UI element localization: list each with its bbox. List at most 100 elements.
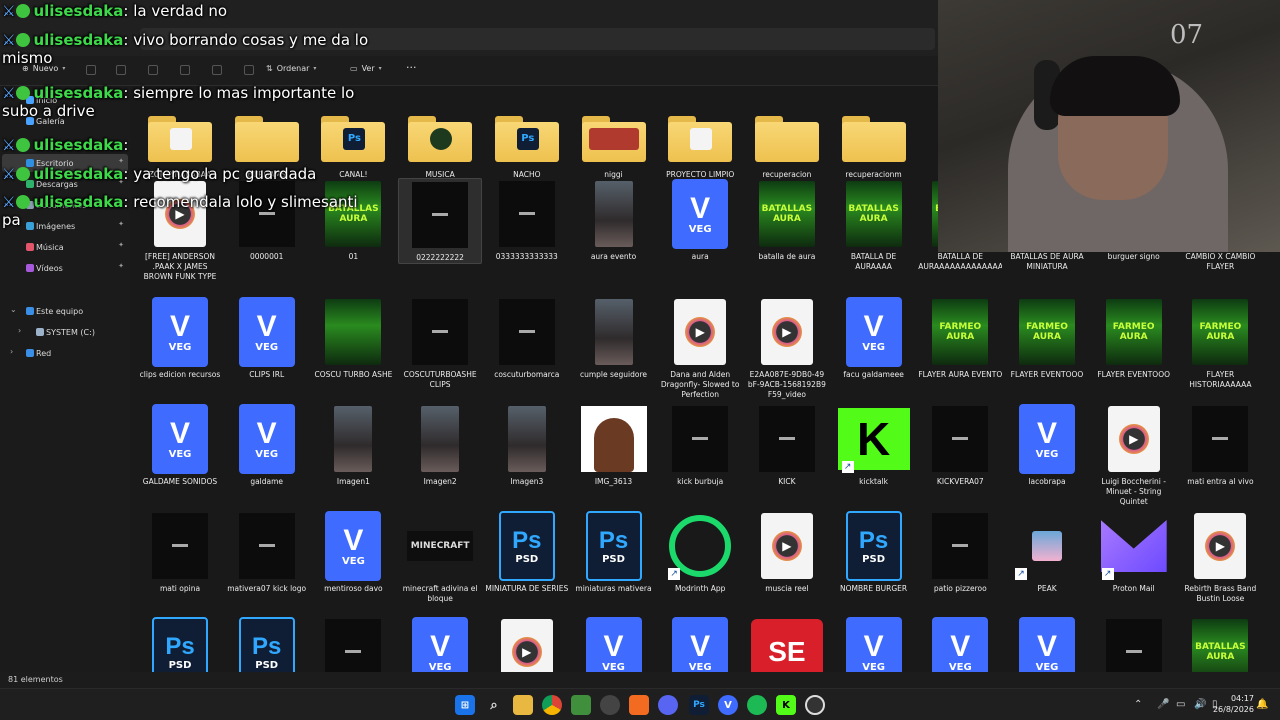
file-item[interactable]: Ps PSD <box>138 616 222 672</box>
file-item[interactable]: patio pizzeroo <box>918 510 1002 594</box>
item-thumbnail <box>924 510 996 582</box>
file-item[interactable]: Imagen2 <box>398 403 482 487</box>
search-icon[interactable]: ⌕ <box>484 695 504 715</box>
file-item[interactable]: Imagen3 <box>485 403 569 487</box>
file-item[interactable]: FARMEO AURA FLAYER EVENTOOO <box>1092 296 1176 380</box>
sidebar-item-system-drive[interactable]: › SYSTEM (C:) <box>2 323 128 341</box>
microphone-icon[interactable]: 🎤 <box>1157 699 1169 710</box>
chrome-icon[interactable] <box>542 695 562 715</box>
file-item[interactable]: FARMEO AURA FLAYER AURA EVENTO <box>918 296 1002 380</box>
file-item[interactable]: KICK <box>745 403 829 487</box>
sidebar-item-este-equipo[interactable]: ⌄ Este equipo <box>2 302 128 320</box>
file-item[interactable]: KICKVERA07 <box>918 403 1002 487</box>
file-item[interactable]: V VEG CLIPS IRL <box>225 296 309 380</box>
file-item[interactable]: MINECRAFT minecraft adivina el bloque <box>398 510 482 604</box>
file-item[interactable]: ▶ Rebirth Brass Band Bustin Loose <box>1178 510 1262 604</box>
file-item[interactable] <box>311 616 395 672</box>
item-thumbnail: ↗ <box>1011 510 1083 582</box>
folder-item[interactable]: Ps NACHO <box>485 96 569 180</box>
file-item[interactable]: Ps PSD MINIATURA DE SERIES <box>485 510 569 594</box>
sidebar-item-red[interactable]: › Red <box>2 344 128 362</box>
file-item[interactable]: V VEG GALDAME SONIDOS <box>138 403 222 487</box>
discord-icon[interactable] <box>658 695 678 715</box>
file-explorer-icon[interactable] <box>513 695 533 715</box>
minecraft-icon[interactable] <box>571 695 591 715</box>
vegas-icon[interactable]: V <box>718 695 738 715</box>
folder-item[interactable]: MUSICA <box>398 96 482 180</box>
file-item[interactable]: V VEG <box>572 616 656 672</box>
sidebar-item-musica[interactable]: Música ✦ <box>2 238 128 256</box>
folder-item[interactable]: PROYECTO LIMPIO <box>658 96 742 180</box>
folder-item[interactable]: niggi <box>572 96 656 180</box>
file-item[interactable]: V VEG clips edicion recursos <box>138 296 222 380</box>
network-icon[interactable]: ▭ <box>1176 699 1185 710</box>
file-item[interactable]: ▶ Luigi Boccherini - Minuet - String Quin… <box>1092 403 1176 507</box>
file-item[interactable]: V VEG <box>832 616 916 672</box>
file-item[interactable]: kick burbuja <box>658 403 742 487</box>
item-count: 81 elementos <box>8 675 63 684</box>
file-item[interactable]: K ↗ kicktalk <box>832 403 916 487</box>
file-item[interactable]: mati entra al vivo <box>1178 403 1262 487</box>
file-item[interactable]: V VEG facu galdameee <box>832 296 916 380</box>
photoshop-icon[interactable]: Ps <box>689 695 709 715</box>
file-item[interactable]: SE <box>745 616 829 672</box>
file-item[interactable]: BATALLAS AURA <box>1178 616 1262 672</box>
file-item[interactable]: V VEG <box>1005 616 1089 672</box>
file-item[interactable]: BATALLAS AURA batalla de aura <box>745 178 829 262</box>
file-item[interactable]: ▶ <box>485 616 569 672</box>
file-item[interactable]: mativera07 kick logo <box>225 510 309 594</box>
file-item[interactable]: V VEG <box>918 616 1002 672</box>
start-icon[interactable]: ⊞ <box>455 695 475 715</box>
file-item[interactable]: Ps PSD NOMBRE BURGER <box>832 510 916 594</box>
chevron-right-icon[interactable]: › <box>18 326 21 335</box>
file-item[interactable]: FARMEO AURA FLAYER HISTORIAAAAAA <box>1178 296 1262 390</box>
file-item[interactable] <box>1092 616 1176 672</box>
file-item[interactable]: ↗ Proton Mail <box>1092 510 1176 594</box>
clock[interactable]: 04:17 26/8/2026 <box>1213 693 1254 715</box>
brave-icon[interactable] <box>629 695 649 715</box>
chevron-up-icon[interactable]: ⌃ <box>1134 699 1142 710</box>
file-item[interactable]: Imagen1 <box>311 403 395 487</box>
file-item[interactable]: COSCU TURBO ASHE <box>311 296 395 380</box>
file-item[interactable]: coscuturbomarca <box>485 296 569 380</box>
pin-icon[interactable]: ✦ <box>118 262 124 270</box>
pin-icon[interactable]: ✦ <box>118 241 124 249</box>
file-item[interactable]: ▶ Dana and Alden Dragonfly- Slowed to Per… <box>658 296 742 400</box>
file-item[interactable]: V VEG lacobrapa <box>1005 403 1089 487</box>
file-item[interactable]: mati opina <box>138 510 222 594</box>
volume-icon[interactable]: 🔊 <box>1194 699 1206 710</box>
folder-item[interactable]: recuperacion <box>745 96 829 180</box>
file-item[interactable]: 0333333333333 <box>485 178 569 262</box>
file-item[interactable]: V VEG <box>658 616 742 672</box>
file-item[interactable]: cumple seguidore <box>572 296 656 380</box>
file-item[interactable]: COSCUTURBOASHE CLIPS <box>398 296 482 390</box>
file-item[interactable]: V VEG galdame <box>225 403 309 487</box>
notification-bell-icon[interactable]: 🔔 <box>1256 699 1268 710</box>
file-item[interactable]: aura evento <box>572 178 656 262</box>
file-item[interactable]: V VEG aura <box>658 178 742 262</box>
more-options-button[interactable]: ··· <box>406 61 417 74</box>
file-item[interactable]: BATALLAS AURA BATALLA DE AURAAAA <box>832 178 916 272</box>
pin-icon[interactable]: ✦ <box>118 157 124 165</box>
chevron-down-icon[interactable]: ⌄ <box>10 305 17 314</box>
spotify-icon[interactable] <box>747 695 767 715</box>
file-item[interactable]: V VEG <box>398 616 482 672</box>
image-thumbnail <box>498 299 555 365</box>
sidebar-item-videos[interactable]: Vídeos ✦ <box>2 259 128 277</box>
file-item[interactable]: 0222222222 <box>398 178 483 264</box>
file-item[interactable]: ↗ Modrinth App <box>658 510 742 594</box>
file-item[interactable]: ↗ PEAK <box>1005 510 1089 594</box>
file-item[interactable]: ▶ muscia reel <box>745 510 829 594</box>
item-name: cumple seguidore <box>579 370 648 379</box>
file-item[interactable]: ▶ E2AA087E-9DB0-49 bF-9ACB-1568192B9 F59_… <box>745 296 829 400</box>
chevron-right-icon[interactable]: › <box>10 347 13 356</box>
app-icon[interactable] <box>805 695 825 715</box>
file-item[interactable]: Ps PSD miniaturas mativera <box>572 510 656 594</box>
file-item[interactable]: FARMEO AURA FLAYER EVENTOOO <box>1005 296 1089 380</box>
kick-icon[interactable]: K <box>776 695 796 715</box>
file-item[interactable]: V VEG mentiroso davo <box>311 510 395 594</box>
file-item[interactable]: IMG_3613 <box>572 403 656 487</box>
obs-icon[interactable] <box>600 695 620 715</box>
folder-item[interactable]: recuperacionm <box>832 96 916 180</box>
file-item[interactable]: Ps PSD <box>225 616 309 672</box>
